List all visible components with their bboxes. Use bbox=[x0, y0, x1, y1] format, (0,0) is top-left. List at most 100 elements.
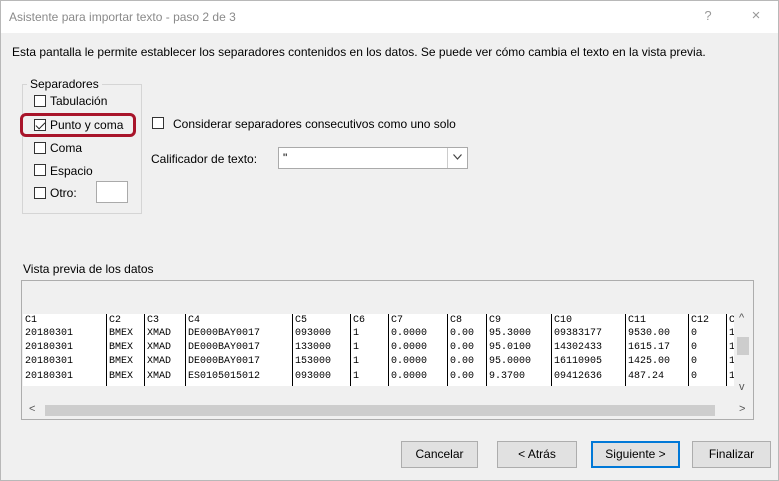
column-separator[interactable] bbox=[551, 314, 552, 386]
column-separator[interactable] bbox=[350, 314, 351, 386]
finish-button[interactable]: Finalizar bbox=[692, 441, 771, 468]
table-cell: BMEX bbox=[109, 328, 134, 339]
table-cell: 0.00 bbox=[450, 371, 475, 382]
qualifier-select[interactable]: " bbox=[278, 147, 468, 169]
column-separator[interactable] bbox=[144, 314, 145, 386]
table-cell: 1 bbox=[353, 328, 360, 339]
table-cell: 153000 bbox=[295, 356, 332, 367]
back-button[interactable]: < Atrás bbox=[497, 441, 577, 468]
table-cell: 09412636 bbox=[554, 371, 603, 382]
table-cell: 0 bbox=[691, 371, 698, 382]
table-cell: 1 bbox=[353, 371, 360, 382]
next-button[interactable]: Siguiente > bbox=[591, 441, 680, 468]
punto-y-coma-label: Punto y coma bbox=[50, 118, 124, 132]
preview-label: Vista previa de los datos bbox=[23, 262, 154, 276]
column-header: C10 bbox=[554, 315, 573, 326]
table-cell: 0.00 bbox=[450, 342, 475, 353]
table-cell: 95.3000 bbox=[489, 328, 532, 339]
table-cell: XMAD bbox=[147, 328, 172, 339]
column-separator[interactable] bbox=[447, 314, 448, 386]
table-cell: 1 bbox=[353, 356, 360, 367]
column-header: C5 bbox=[295, 315, 308, 326]
vertical-scroll-thumb[interactable] bbox=[737, 337, 749, 355]
table-cell: BMEX bbox=[109, 356, 134, 367]
data-preview[interactable]: C1C2C3C4C5C6C7C8C9C10C11C12C120180301BME… bbox=[21, 280, 754, 420]
table-cell: 0 bbox=[691, 342, 698, 353]
punto-y-coma-checkbox[interactable] bbox=[34, 119, 46, 131]
table-cell: 487.24 bbox=[628, 371, 665, 382]
preview-grid: C1C2C3C4C5C6C7C8C9C10C11C12C120180301BME… bbox=[23, 314, 736, 386]
table-cell: 16110905 bbox=[554, 356, 603, 367]
espacio-checkbox[interactable] bbox=[34, 164, 46, 176]
table-cell: 093000 bbox=[295, 328, 332, 339]
intro-text: Esta pantalla le permite establecer los … bbox=[12, 45, 706, 59]
table-cell: BMEX bbox=[109, 371, 134, 382]
table-cell: 09383177 bbox=[554, 328, 603, 339]
column-separator[interactable] bbox=[106, 314, 107, 386]
column-separator[interactable] bbox=[688, 314, 689, 386]
separators-legend: Separadores bbox=[27, 77, 102, 91]
column-separator[interactable] bbox=[486, 314, 487, 386]
consecutive-checkbox[interactable] bbox=[152, 117, 164, 129]
column-separator[interactable] bbox=[726, 314, 727, 386]
table-cell: DE000BAY0017 bbox=[188, 328, 261, 339]
scroll-right-icon[interactable]: > bbox=[739, 403, 745, 415]
table-cell: 1425.00 bbox=[628, 356, 671, 367]
column-header: C7 bbox=[391, 315, 404, 326]
table-cell: 0.00 bbox=[450, 356, 475, 367]
table-cell: 20180301 bbox=[25, 356, 74, 367]
table-cell: 95.0100 bbox=[489, 342, 532, 353]
table-cell: 0.0000 bbox=[391, 356, 428, 367]
table-cell: 133000 bbox=[295, 342, 332, 353]
help-button[interactable]: ? bbox=[698, 8, 718, 26]
coma-label: Coma bbox=[50, 141, 83, 155]
table-cell: XMAD bbox=[147, 342, 172, 353]
table-cell: XMAD bbox=[147, 356, 172, 367]
column-header: C3 bbox=[147, 315, 160, 326]
column-header: C12 bbox=[691, 315, 710, 326]
vertical-scrollbar[interactable]: ^ v bbox=[734, 311, 752, 397]
column-header: C8 bbox=[450, 315, 463, 326]
title-bar: Asistente para importar texto - paso 2 d… bbox=[1, 1, 778, 33]
column-separator[interactable] bbox=[292, 314, 293, 386]
cancel-button[interactable]: Cancelar bbox=[401, 441, 478, 468]
table-cell: 20180301 bbox=[25, 342, 74, 353]
table-cell: 20180301 bbox=[25, 328, 74, 339]
table-cell: 14302433 bbox=[554, 342, 603, 353]
table-cell: 0.0000 bbox=[391, 342, 428, 353]
table-cell: DE000BAY0017 bbox=[188, 356, 261, 367]
horizontal-scrollbar[interactable]: < > bbox=[23, 402, 745, 419]
scroll-up-icon[interactable]: ^ bbox=[739, 312, 744, 324]
dialog-title: Asistente para importar texto - paso 2 d… bbox=[9, 10, 236, 24]
column-header: C4 bbox=[188, 315, 201, 326]
table-cell: 0 bbox=[691, 328, 698, 339]
table-cell: 093000 bbox=[295, 371, 332, 382]
table-cell: 0.00 bbox=[450, 328, 475, 339]
coma-checkbox[interactable] bbox=[34, 142, 46, 154]
scroll-down-icon[interactable]: v bbox=[739, 381, 745, 393]
otro-input[interactable] bbox=[96, 181, 128, 203]
horizontal-scroll-thumb[interactable] bbox=[45, 405, 715, 416]
tabulacion-checkbox[interactable] bbox=[34, 95, 46, 107]
otro-checkbox[interactable] bbox=[34, 187, 46, 199]
column-separator[interactable] bbox=[185, 314, 186, 386]
tabulacion-label: Tabulación bbox=[50, 94, 108, 108]
table-cell: 0.0000 bbox=[391, 371, 428, 382]
table-cell: 9.3700 bbox=[489, 371, 526, 382]
close-button[interactable]: × bbox=[745, 7, 767, 27]
column-header: C9 bbox=[489, 315, 502, 326]
column-header: C2 bbox=[109, 315, 122, 326]
column-separator[interactable] bbox=[388, 314, 389, 386]
table-cell: 1615.17 bbox=[628, 342, 671, 353]
otro-label: Otro: bbox=[50, 186, 77, 200]
table-cell: 1 bbox=[353, 342, 360, 353]
table-cell: DE000BAY0017 bbox=[188, 342, 261, 353]
table-cell: 95.0000 bbox=[489, 356, 532, 367]
column-header: C1 bbox=[25, 315, 38, 326]
scroll-left-icon[interactable]: < bbox=[29, 403, 35, 415]
qualifier-value: " bbox=[283, 151, 288, 165]
consecutive-label: Considerar separadores consecutivos como… bbox=[173, 117, 456, 131]
chevron-down-icon[interactable] bbox=[447, 148, 467, 168]
column-header: C6 bbox=[353, 315, 366, 326]
column-separator[interactable] bbox=[625, 314, 626, 386]
